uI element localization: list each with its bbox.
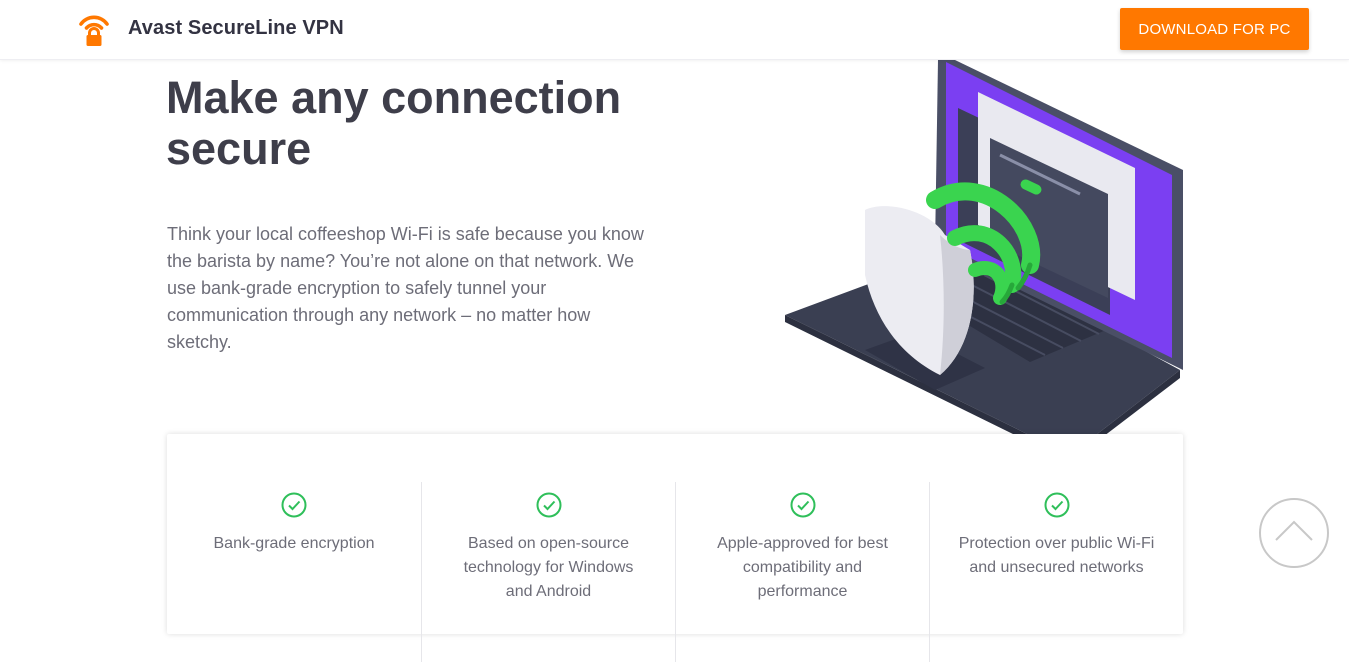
download-button[interactable]: DOWNLOAD FOR PC (1120, 8, 1309, 50)
feature-item: Apple-approved for best compatibility an… (675, 482, 929, 662)
check-circle-icon (281, 492, 307, 518)
feature-label: Bank-grade encryption (213, 535, 375, 552)
feature-item: Based on open-source technology for Wind… (421, 482, 675, 662)
wifi-lock-icon[interactable] (78, 12, 110, 48)
check-circle-icon (536, 492, 561, 518)
laptop-vpn-illustration (785, 60, 1183, 460)
hero-description: Think your local coffeeshop Wi-Fi is saf… (167, 224, 644, 352)
scroll-to-top-button[interactable] (1259, 498, 1329, 568)
hero-title: Make any connection secure (166, 72, 622, 174)
check-circle-icon (1044, 492, 1069, 518)
site-header: Avast SecureLine VPN DOWNLOAD FOR PC (0, 0, 1349, 60)
feature-label: Protection over public Wi-Fi and unsecur… (958, 535, 1155, 576)
chevron-up-icon (1275, 520, 1313, 541)
features-card: Bank-grade encryption Based on open-sour… (167, 434, 1183, 662)
brand-name[interactable]: Avast SecureLine VPN (128, 17, 344, 40)
feature-item: Bank-grade encryption (167, 482, 421, 662)
feature-label: Apple-approved for best compatibility an… (717, 535, 888, 600)
check-circle-icon (790, 492, 815, 518)
feature-label: Based on open-source technology for Wind… (463, 535, 634, 600)
feature-item: Protection over public Wi-Fi and unsecur… (929, 482, 1183, 662)
